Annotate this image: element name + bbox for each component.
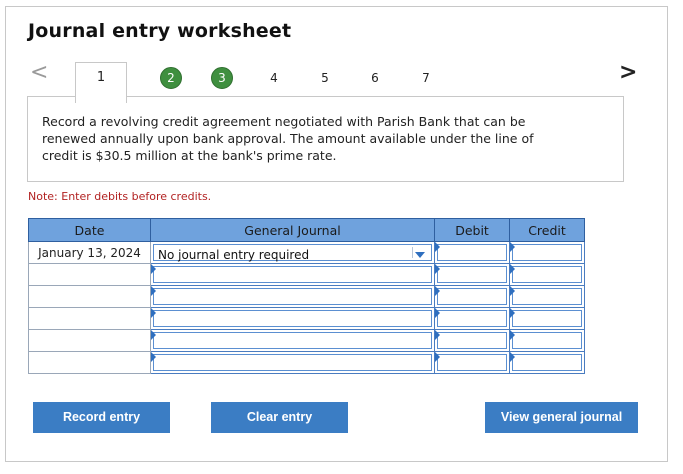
cell-marker-icon (510, 264, 515, 274)
page-title: Journal entry worksheet (28, 20, 292, 42)
debit-input[interactable] (434, 307, 510, 330)
debit-input[interactable] (434, 241, 510, 264)
table-row (28, 351, 585, 374)
credit-field[interactable] (512, 266, 582, 283)
credit-input[interactable] (509, 263, 585, 286)
cell-marker-icon (435, 330, 440, 340)
debit-input[interactable] (434, 263, 510, 286)
debit-input[interactable] (434, 329, 510, 352)
account-select[interactable] (150, 351, 435, 374)
step-tab-4[interactable]: 4 (263, 67, 285, 89)
debit-header: Debit (434, 218, 510, 242)
question-text: Record a revolving credit agreement nego… (42, 114, 534, 163)
debit-field[interactable] (437, 288, 507, 305)
date-cell (28, 329, 151, 352)
cell-marker-icon (435, 352, 440, 362)
account-field[interactable] (153, 332, 432, 349)
table-row: January 13, 2024 No journal entry requir… (28, 241, 585, 264)
credit-input[interactable] (509, 285, 585, 308)
chevron-down-icon[interactable] (415, 252, 425, 258)
cell-marker-icon (435, 264, 440, 274)
table-row (28, 263, 585, 286)
general-journal-header: General Journal (150, 218, 435, 242)
chevron-right-icon[interactable]: > (619, 62, 637, 84)
cell-marker-icon (151, 286, 156, 296)
cell-marker-icon (151, 308, 156, 318)
credit-header: Credit (509, 218, 585, 242)
credit-input[interactable] (509, 329, 585, 352)
clear-entry-button[interactable]: Clear entry (211, 402, 348, 433)
account-field[interactable]: No journal entry required (153, 244, 432, 262)
cell-marker-icon (435, 286, 440, 296)
credit-field[interactable] (512, 354, 582, 371)
debit-field[interactable] (437, 266, 507, 283)
question-panel: Record a revolving credit agreement nego… (27, 96, 624, 182)
table-row (28, 307, 585, 330)
debit-field[interactable] (437, 332, 507, 349)
account-select[interactable] (150, 307, 435, 330)
account-field[interactable] (153, 354, 432, 371)
debit-field[interactable] (437, 244, 507, 261)
date-cell (28, 351, 151, 374)
account-select[interactable] (150, 285, 435, 308)
note-text: Note: Enter debits before credits. (28, 190, 212, 203)
table-row (28, 329, 585, 352)
step-tab-6[interactable]: 6 (364, 67, 386, 89)
cell-marker-icon (151, 352, 156, 362)
date-cell (28, 307, 151, 330)
credit-field[interactable] (512, 310, 582, 327)
credit-input[interactable] (509, 351, 585, 374)
debit-input[interactable] (434, 285, 510, 308)
cell-marker-icon (510, 352, 515, 362)
view-general-journal-button[interactable]: View general journal (485, 402, 638, 433)
record-entry-button[interactable]: Record entry (33, 402, 170, 433)
account-field[interactable] (153, 310, 432, 327)
table-row (28, 285, 585, 308)
account-select[interactable] (150, 263, 435, 286)
credit-field[interactable] (512, 332, 582, 349)
debit-field[interactable] (437, 354, 507, 371)
date-cell (28, 263, 151, 286)
account-select[interactable] (150, 329, 435, 352)
credit-field[interactable] (512, 244, 582, 261)
journal-header-row: Date General Journal Debit Credit (28, 218, 585, 242)
account-select[interactable]: No journal entry required (150, 241, 435, 264)
debit-input[interactable] (434, 351, 510, 374)
cell-marker-icon (510, 286, 515, 296)
cell-marker-icon (435, 242, 440, 252)
step-tab-5[interactable]: 5 (314, 67, 336, 89)
credit-input[interactable] (509, 307, 585, 330)
credit-field[interactable] (512, 288, 582, 305)
date-cell (28, 285, 151, 308)
cell-marker-icon (510, 242, 515, 252)
journal-table: Date General Journal Debit Credit Januar… (28, 218, 585, 374)
step-label: 1 (96, 70, 106, 85)
cell-marker-icon (151, 264, 156, 274)
cell-marker-icon (151, 330, 156, 340)
date-cell: January 13, 2024 (28, 241, 151, 264)
cell-marker-icon (510, 330, 515, 340)
account-field[interactable] (153, 266, 432, 283)
credit-input[interactable] (509, 241, 585, 264)
cell-marker-icon (435, 308, 440, 318)
date-header: Date (28, 218, 151, 242)
step-tab-7[interactable]: 7 (415, 67, 437, 89)
account-field[interactable] (153, 288, 432, 305)
chevron-left-icon[interactable]: < (30, 62, 48, 84)
step-tab-2[interactable]: 2 (160, 67, 182, 89)
debit-field[interactable] (437, 310, 507, 327)
cell-marker-icon (510, 308, 515, 318)
step-tab-1[interactable]: 1 (75, 62, 127, 103)
account-value: No journal entry required (158, 248, 310, 262)
step-tab-3[interactable]: 3 (211, 67, 233, 89)
divider (412, 247, 413, 258)
